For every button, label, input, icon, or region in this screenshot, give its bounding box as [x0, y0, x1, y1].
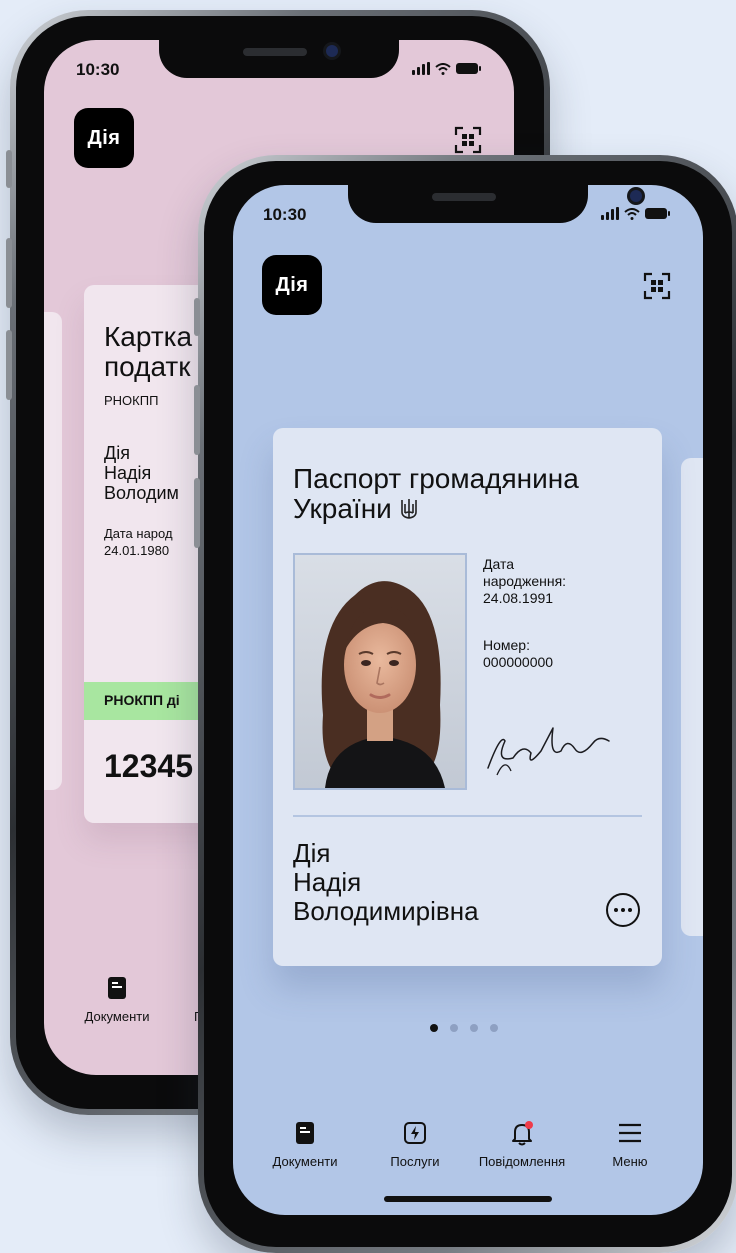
surname: Дія: [293, 838, 331, 868]
tax-card-name: Дія Надія Володим: [104, 443, 179, 503]
signal-icon: [412, 62, 430, 75]
tax-card-name-line1: Дія: [104, 443, 130, 463]
tax-card-dob-label: Дата народ: [104, 526, 173, 541]
status-time: 10:30: [263, 205, 307, 224]
back-phone-notch: [159, 40, 399, 78]
document-icon: [108, 977, 126, 999]
front-phone-screen: 10:30 Дія Паспорт громадянина України Да…: [233, 185, 703, 1215]
more-options-icon[interactable]: [605, 892, 641, 928]
document-icon: [296, 1122, 314, 1144]
page-dot-3[interactable]: [470, 1024, 478, 1032]
tab-services-label: Послуги: [390, 1154, 440, 1169]
front-phone-speaker: [432, 193, 496, 201]
page-dot-4[interactable]: [490, 1024, 498, 1032]
tab-documents-label: Документи: [272, 1154, 338, 1169]
status-time: 10:30: [76, 60, 120, 79]
back-tab-documents[interactable]: Документи: [72, 975, 162, 1024]
back-phone-camera: [326, 45, 338, 57]
document-number: Номер: 000000000: [483, 637, 553, 671]
back-phone-volume-down: [6, 330, 12, 400]
page-dot-2[interactable]: [450, 1024, 458, 1032]
signal-icon: [601, 207, 619, 220]
passport-card[interactable]: Паспорт громадянина України Дата народже…: [273, 428, 662, 966]
tab-documents[interactable]: Документи: [260, 1120, 350, 1169]
passport-title-line2: України: [293, 493, 392, 524]
side-card-left[interactable]: [44, 312, 62, 790]
back-phone-side-button: [6, 150, 12, 188]
home-indicator[interactable]: [384, 1196, 552, 1202]
dob-label-line1: Дата: [483, 556, 515, 572]
given-name: Надія: [293, 867, 362, 897]
tax-card-subtitle: РНОКПП: [104, 393, 159, 408]
portrait-image: [295, 555, 465, 788]
menu-icon: [619, 1123, 641, 1143]
number-value: 000000000: [483, 654, 554, 670]
tab-notifications-label: Повідомлення: [478, 1154, 566, 1169]
battery-icon: [645, 208, 670, 219]
tax-card-number: 12345: [104, 748, 193, 784]
patronymic: Володимирівна: [293, 896, 479, 926]
dob-label: Дата народження: 24.08.1991: [483, 556, 566, 607]
status-icons: [412, 62, 481, 75]
back-tab-documents-label: Документи: [84, 1009, 150, 1024]
number-label: Номер:: [483, 637, 530, 653]
card-divider: [293, 815, 642, 817]
tax-card-name-line3: Володим: [104, 483, 179, 503]
app-logo[interactable]: Дія: [262, 255, 322, 315]
dob-label-line2: народження:: [483, 573, 567, 589]
front-phone-side-button: [194, 298, 200, 336]
back-phone-volume-up: [6, 238, 12, 308]
qr-scan-icon[interactable]: [643, 272, 671, 300]
wifi-icon: [624, 207, 640, 220]
tab-notifications[interactable]: Повідомлення: [467, 1120, 577, 1169]
front-phone-volume-down: [194, 478, 200, 548]
tab-menu[interactable]: Меню: [585, 1120, 675, 1169]
tax-card-badge-text: РНОКПП ді: [104, 692, 180, 708]
dob-value: 24.08.1991: [483, 590, 554, 606]
bell-icon: [512, 1121, 533, 1146]
trident-icon: [401, 499, 417, 519]
battery-icon: [456, 63, 481, 74]
tax-card-title-line2: податк: [104, 351, 191, 382]
page-indicator[interactable]: [430, 1024, 498, 1032]
holder-name: Дія Надія Володимирівна: [293, 839, 479, 926]
tax-card-dob-value: 24.01.1980: [104, 543, 170, 558]
signature-image: [487, 727, 610, 776]
qr-scan-icon[interactable]: [454, 126, 482, 154]
side-card-right[interactable]: [681, 458, 703, 936]
lightning-icon: [404, 1122, 426, 1144]
passport-title-line1: Паспорт громадянина: [293, 463, 579, 494]
front-phone-notch: [348, 185, 642, 223]
wifi-icon: [435, 62, 451, 75]
passport-photo: [293, 553, 467, 790]
front-phone-camera: [630, 190, 642, 202]
tab-menu-label: Меню: [612, 1154, 648, 1169]
page-dot-1[interactable]: [430, 1024, 438, 1032]
tax-card-name-line2: Надія: [104, 463, 152, 483]
passport-title-line2-wrap: України: [293, 494, 418, 524]
front-phone-volume-up: [194, 385, 200, 455]
status-icons: [601, 207, 670, 220]
back-phone-speaker: [243, 48, 307, 56]
tax-card-title-line1: Картка: [104, 321, 193, 352]
app-logo[interactable]: Дія: [74, 108, 134, 168]
tab-services[interactable]: Послуги: [370, 1120, 460, 1169]
